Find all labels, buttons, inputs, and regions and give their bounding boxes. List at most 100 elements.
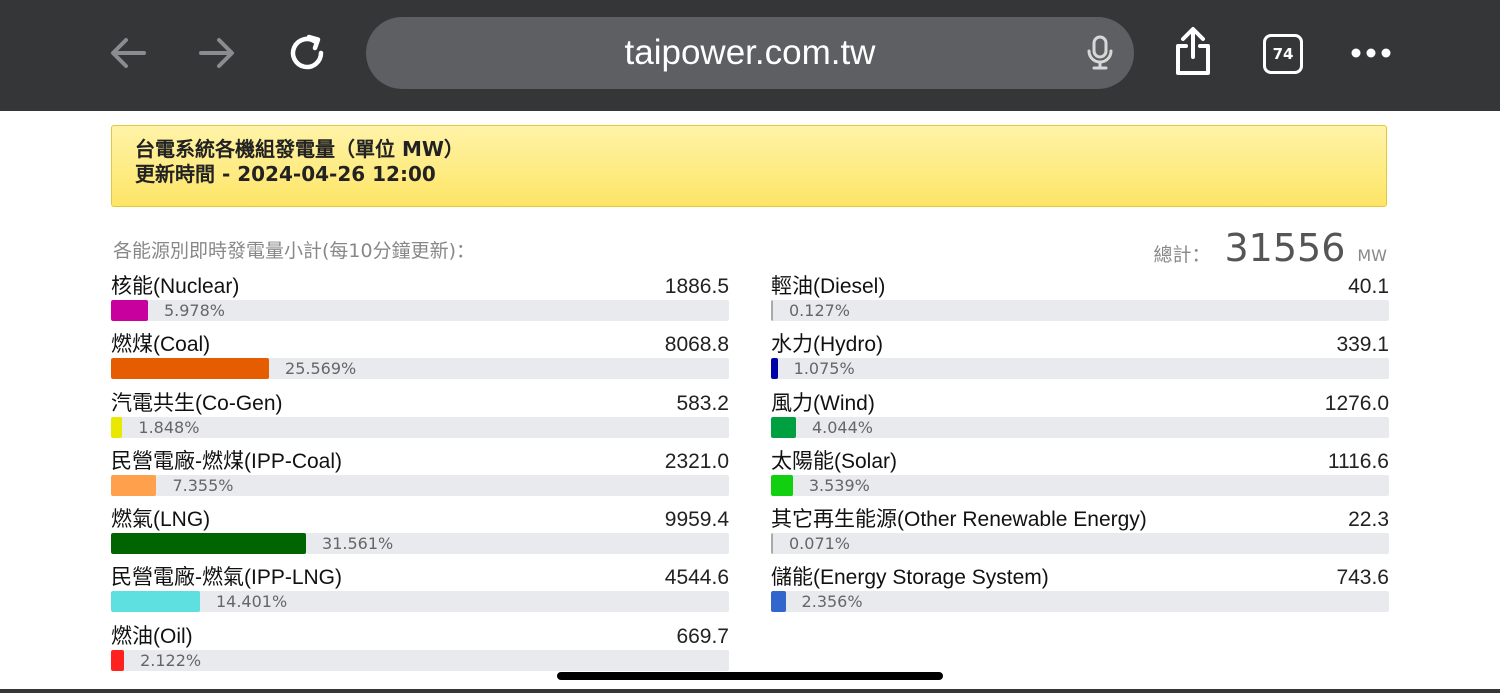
percent-label: 1.848%: [138, 417, 200, 437]
energy-item: 太陽能(Solar) 1116.6 3.539%: [771, 445, 1389, 503]
energy-source-value: 2321.0: [664, 449, 729, 473]
energy-source-value: 1276.0: [1324, 391, 1389, 415]
arrow-left-icon: [111, 38, 146, 68]
more-menu-button[interactable]: [1343, 27, 1399, 79]
percent-label: 2.356%: [801, 592, 863, 612]
url-text[interactable]: taipower.com.tw: [366, 17, 1134, 89]
percent-bar-fill: [111, 300, 148, 321]
energy-item: 其它再生能源(Other Renewable Energy) 22.3 0.071%: [771, 503, 1389, 561]
energy-source-name: 輕油(Diesel): [771, 275, 886, 298]
percent-bar-fill: [111, 591, 200, 613]
reload-button[interactable]: [279, 27, 335, 79]
tab-switcher-button[interactable]: 74: [1263, 34, 1303, 74]
energy-item: 輕油(Diesel) 40.1 0.127%: [771, 270, 1389, 328]
energy-source-name: 水力(Hydro): [771, 333, 884, 357]
percent-bar-track: 0.071%: [771, 533, 1389, 555]
percent-label: 5.978%: [163, 301, 225, 320]
percent-bar-fill: [771, 533, 773, 555]
energy-source-name: 燃氣(LNG): [111, 508, 211, 532]
back-button[interactable]: [100, 27, 156, 79]
energy-item: 燃油(Oil) 669.7 2.122%: [111, 620, 729, 678]
energy-source-name: 民營電廠-燃煤(IPP-Coal): [111, 449, 343, 473]
energy-source-value: 1116.6: [1327, 449, 1389, 473]
percent-label: 1.075%: [793, 359, 855, 379]
percent-label: 2.122%: [140, 650, 202, 670]
browser-toolbar: taipower.com.tw 74: [0, 0, 1500, 111]
percent-label: 14.401%: [215, 592, 288, 612]
energy-item: 汽電共生(Co-Gen) 583.2 1.848%: [111, 387, 729, 445]
energy-item-header: 風力(Wind) 1276.0: [771, 387, 1389, 417]
microphone-icon[interactable]: [1084, 35, 1116, 71]
percent-bar-track: 3.539%: [771, 474, 1389, 496]
total-unit: MW: [1357, 246, 1387, 265]
energy-list-right: 輕油(Diesel) 40.1 0.127% 水力(Hydro) 339.1 1.075%…: [771, 270, 1389, 620]
energy-item-header: 燃煤(Coal) 8068.8: [111, 328, 729, 358]
energy-item-header: 民營電廠-燃煤(IPP-Coal) 2321.0: [111, 445, 729, 475]
percent-label: 31.561%: [322, 534, 394, 554]
energy-list-left: 核能(Nuclear) 1886.5 5.978% 燃煤(Coal) 8068.8 25.…: [111, 270, 729, 678]
home-indicator[interactable]: [557, 672, 943, 680]
energy-source-name: 太陽能(Solar): [771, 449, 898, 473]
share-button[interactable]: [1165, 25, 1221, 77]
percent-bar-fill: [771, 300, 773, 321]
energy-item-header: 儲能(Energy Storage System) 743.6: [771, 561, 1389, 591]
reload-icon: [290, 34, 324, 70]
total-label: 總計：: [1153, 244, 1211, 266]
energy-source-value: 669.7: [676, 624, 729, 648]
energy-source-name: 風力(Wind): [771, 391, 875, 415]
energy-source-name: 燃煤(Coal): [111, 333, 211, 357]
energy-source-value: 40.1: [1348, 275, 1389, 298]
percent-label: 4.044%: [811, 417, 873, 437]
percent-bar-track: 5.978%: [111, 300, 729, 321]
energy-source-value: 339.1: [1336, 333, 1389, 357]
percent-bar-track: 1.848%: [111, 416, 729, 438]
section-subtitle: 各能源別即時發電量小計(每10分鐘更新)：: [113, 240, 476, 262]
energy-source-value: 1886.5: [664, 275, 729, 298]
energy-item-header: 燃氣(LNG) 9959.4: [111, 503, 729, 533]
percent-bar-fill: [111, 649, 125, 671]
energy-item-header: 核能(Nuclear) 1886.5: [111, 270, 729, 300]
percent-bar-track: 14.401%: [111, 591, 729, 613]
percent-bar-fill: [111, 358, 270, 380]
energy-source-name: 其它再生能源(Other Renewable Energy): [771, 508, 1147, 532]
energy-source-value: 9959.4: [664, 508, 729, 532]
energy-source-value: 583.2: [676, 391, 729, 415]
energy-item: 儲能(Energy Storage System) 743.6 2.356%: [771, 561, 1389, 619]
energy-item-header: 輕油(Diesel) 40.1: [771, 270, 1389, 300]
forward-button[interactable]: [189, 27, 245, 79]
percent-bar-fill: [771, 416, 796, 438]
percent-label: 0.071%: [789, 534, 851, 554]
percent-bar-fill: [111, 474, 157, 496]
address-bar[interactable]: taipower.com.tw: [366, 17, 1134, 89]
energy-source-name: 汽電共生(Co-Gen): [111, 391, 283, 415]
percent-bar-track: 31.561%: [111, 533, 729, 555]
percent-label: 3.539%: [808, 475, 870, 495]
total-readout: 總計： 31556 MW: [1153, 226, 1387, 270]
energy-source-name: 燃油(Oil): [111, 624, 193, 648]
energy-item-header: 其它再生能源(Other Renewable Energy) 22.3: [771, 503, 1389, 533]
energy-source-name: 儲能(Energy Storage System): [771, 566, 1049, 590]
energy-source-value: 8068.8: [664, 333, 729, 357]
percent-label: 7.355%: [172, 475, 234, 495]
energy-item-header: 汽電共生(Co-Gen) 583.2: [111, 387, 729, 417]
percent-bar-fill: [771, 358, 778, 380]
energy-item: 民營電廠-燃煤(IPP-Coal) 2321.0 7.355%: [111, 445, 729, 503]
energy-item-header: 水力(Hydro) 339.1: [771, 328, 1389, 358]
energy-item-header: 燃油(Oil) 669.7: [111, 620, 729, 650]
more-dots-icon: [1351, 48, 1391, 58]
percent-bar-track: 25.569%: [111, 358, 729, 380]
percent-bar-track: 7.355%: [111, 474, 729, 496]
percent-bar-track: 1.075%: [771, 358, 1389, 380]
percent-bar-track: 2.356%: [771, 591, 1389, 613]
percent-label: 0.127%: [789, 301, 851, 320]
energy-item: 核能(Nuclear) 1886.5 5.978%: [111, 270, 729, 328]
percent-bar-fill: [111, 533, 307, 555]
energy-item: 燃煤(Coal) 8068.8 25.569%: [111, 328, 729, 386]
energy-item: 燃氣(LNG) 9959.4 31.561%: [111, 503, 729, 561]
percent-bar-track: 0.127%: [771, 300, 1389, 321]
percent-label: 25.569%: [285, 359, 357, 379]
bottom-edge: [0, 689, 1500, 693]
energy-item-header: 太陽能(Solar) 1116.6: [771, 445, 1389, 475]
info-banner: 台電系統各機組發電量（單位 MW） 更新時間 - 2024-04-26 12:0…: [111, 125, 1387, 207]
arrow-right-icon: [199, 38, 234, 68]
